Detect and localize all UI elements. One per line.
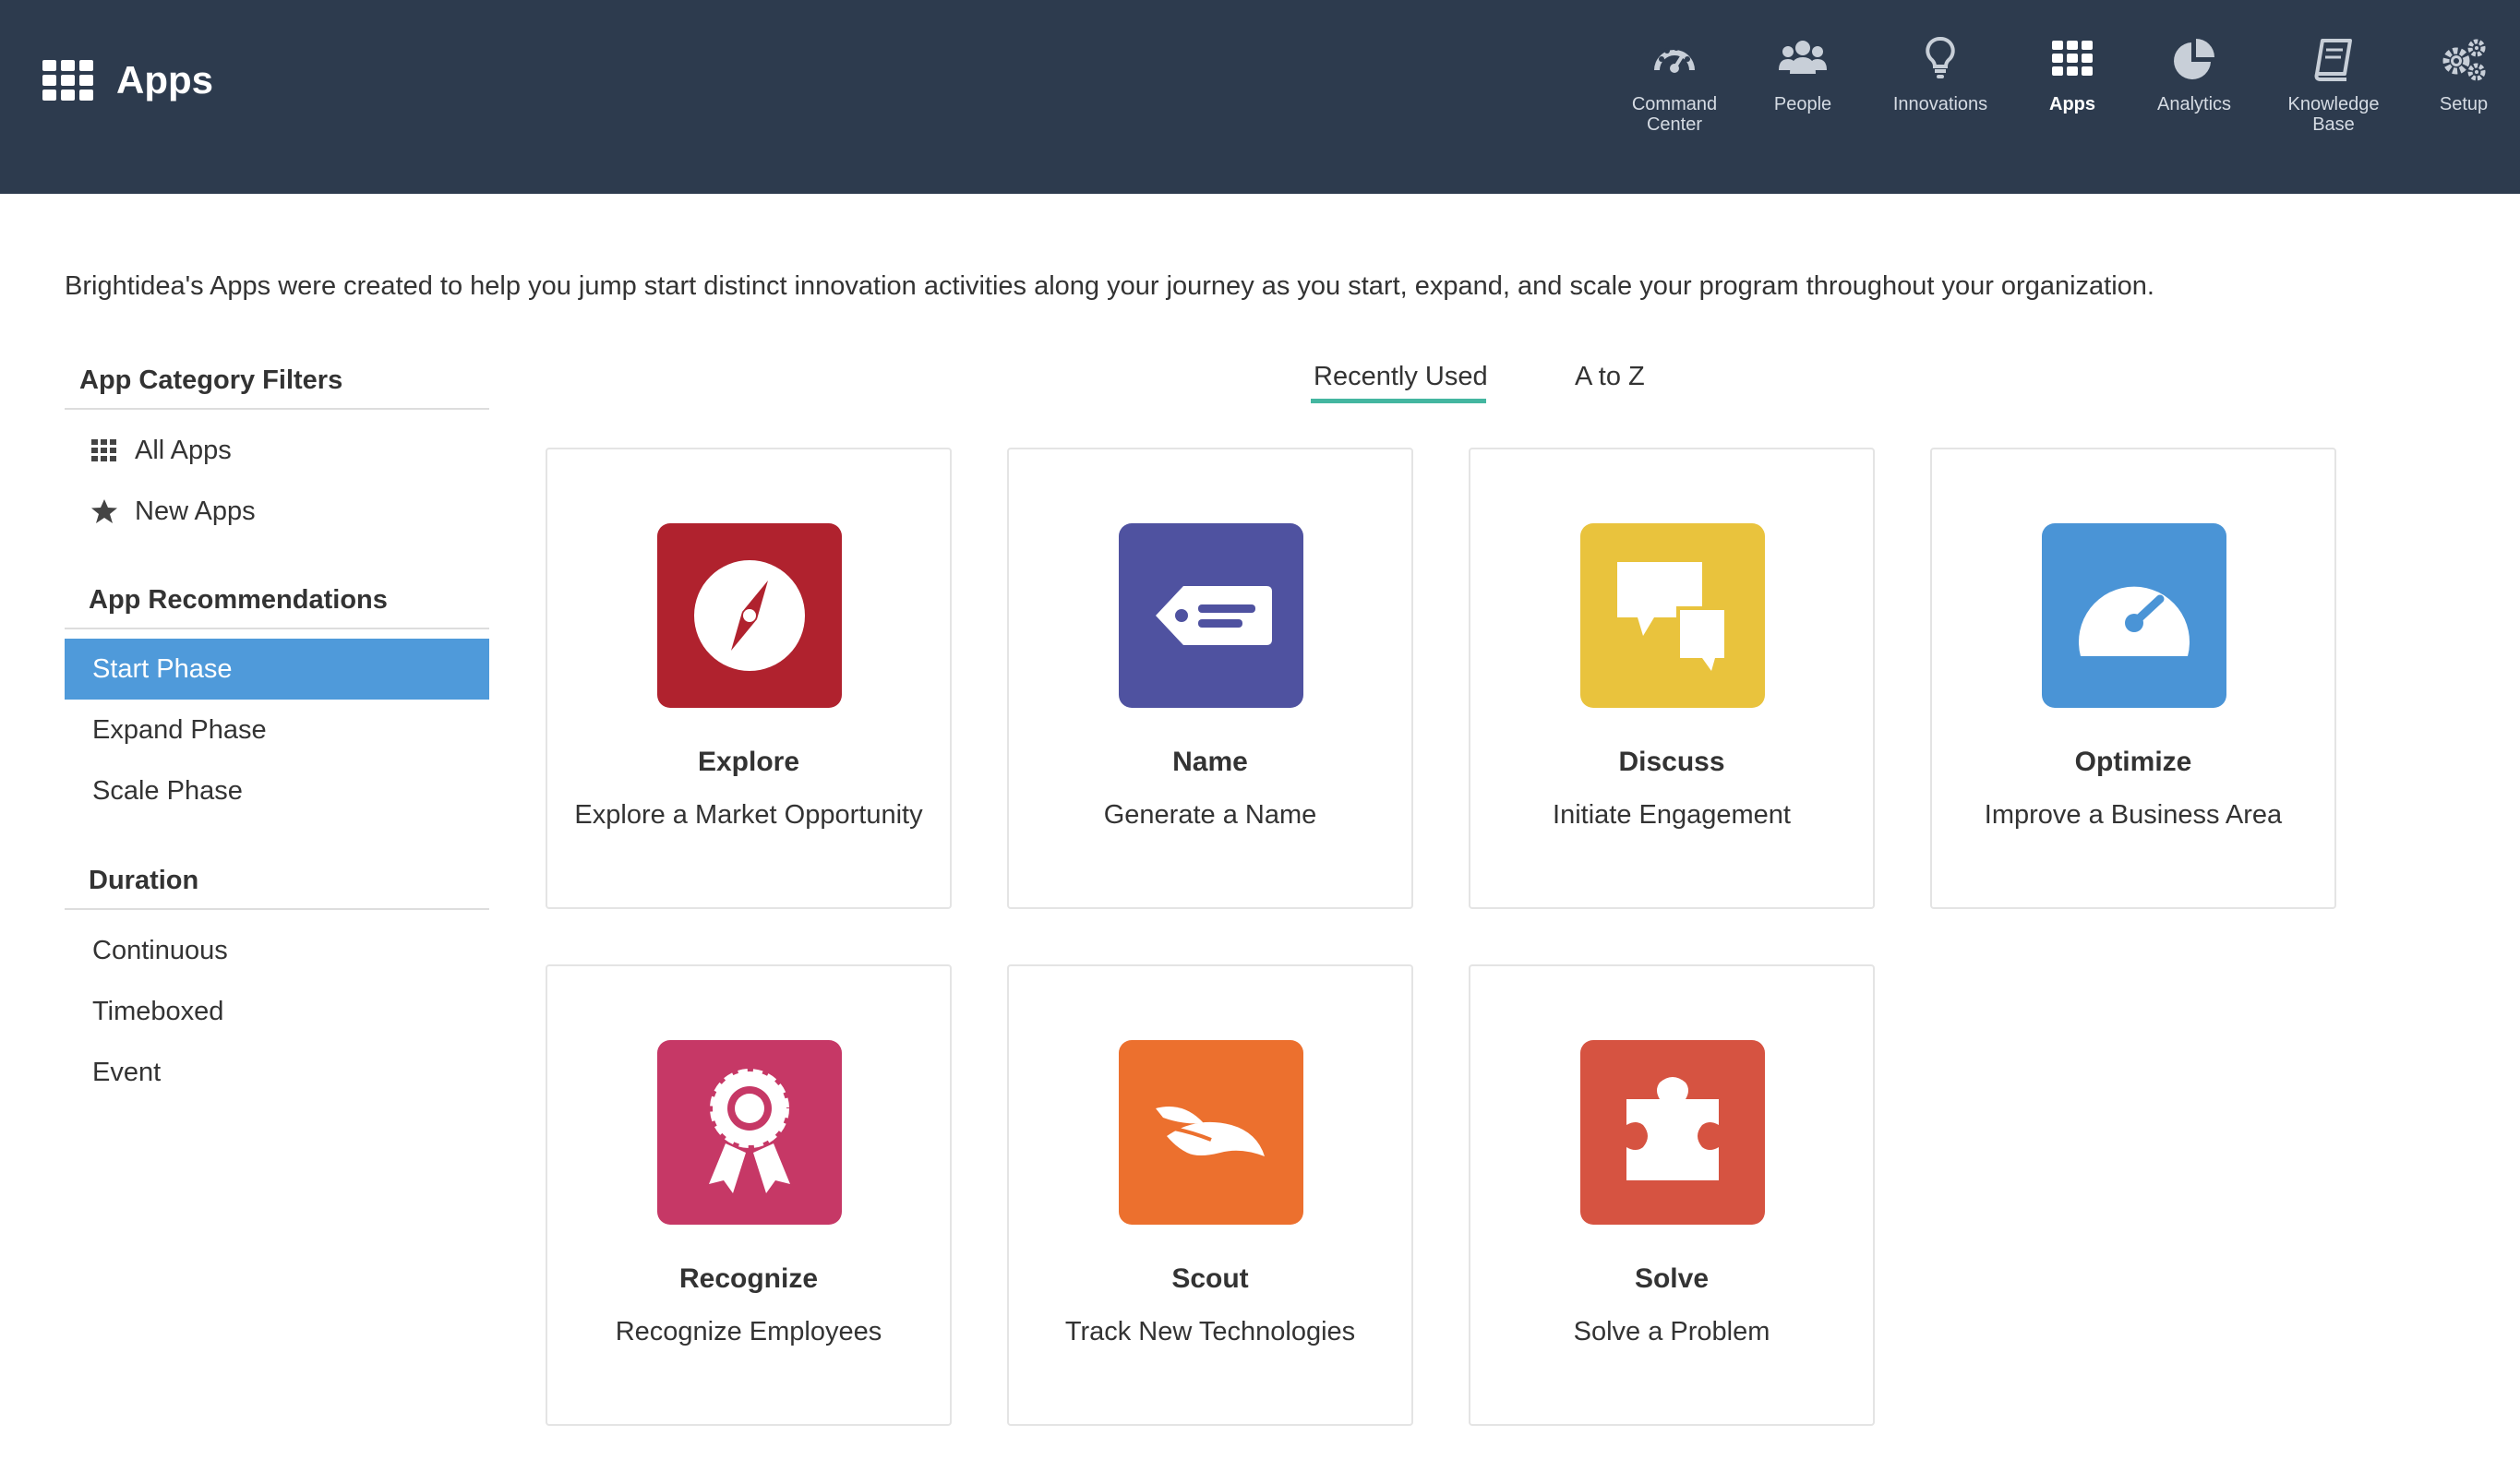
nav-apps[interactable]: Apps [2003, 33, 2142, 114]
duration-timeboxed[interactable]: Timeboxed [65, 981, 489, 1042]
nav-command-center[interactable]: Command Center [1605, 33, 1744, 135]
compass-icon [694, 560, 805, 671]
app-card-optimize[interactable]: Optimize Improve a Business Area [1930, 448, 2336, 909]
app-tile [1580, 1040, 1765, 1225]
app-brand: Apps [42, 57, 213, 103]
app-description: Explore a Market Opportunity [574, 800, 923, 830]
duration-event[interactable]: Event [65, 1042, 489, 1103]
app-name: Recognize [678, 1263, 819, 1294]
tab-recently-used[interactable]: Recently Used [1314, 358, 1488, 395]
recommendation-start-phase[interactable]: Start Phase [65, 639, 489, 700]
nav-label: Innovations [1892, 94, 1988, 114]
app-tile [1119, 523, 1303, 708]
duration-heading: Duration [89, 866, 199, 895]
app-name: Optimize [2074, 747, 2192, 777]
dashboard-icon [1654, 45, 1695, 73]
app-card-recognize[interactable]: Recognize Recognize Employees [546, 964, 952, 1426]
filter-label: All Apps [135, 436, 232, 465]
top-navigation-bar: Apps Command Center People Innovations A… [0, 0, 2520, 194]
app-description: Recognize Employees [615, 1317, 882, 1346]
app-name: Solve [1634, 1263, 1710, 1294]
app-card-name[interactable]: Name Generate a Name [1007, 448, 1413, 909]
divider [65, 408, 489, 410]
app-description: Track New Technologies [1064, 1317, 1356, 1346]
divider [65, 628, 489, 629]
nav-setup[interactable]: Setup [2394, 33, 2520, 114]
app-name: Scout [1171, 1263, 1249, 1294]
tab-a-to-z[interactable]: A to Z [1575, 358, 1645, 395]
app-card-explore[interactable]: Explore Explore a Market Opportunity [546, 448, 952, 909]
app-tile [1580, 523, 1765, 708]
app-card-solve[interactable]: Solve Solve a Problem [1469, 964, 1875, 1426]
filter-label: New Apps [135, 497, 256, 526]
app-card-discuss[interactable]: Discuss Initiate Engagement [1469, 448, 1875, 909]
nav-label: Apps [2049, 94, 2095, 114]
gears-icon [2442, 39, 2486, 81]
app-tile [2042, 523, 2226, 708]
lightbulb-icon [1926, 37, 1955, 78]
nav-label: Command Center [1631, 94, 1718, 135]
app-description: Solve a Problem [1573, 1317, 1770, 1346]
apps-grid-icon [2052, 41, 2093, 76]
feathered-hat-icon [1156, 1107, 1265, 1156]
app-tile [1119, 1040, 1303, 1225]
app-tile [657, 1040, 842, 1225]
nav-label: People [1773, 94, 1832, 114]
award-ribbon-icon [709, 1069, 790, 1193]
nav-knowledge-base[interactable]: Knowledge Base [2264, 33, 2403, 135]
puzzle-piece-icon [1626, 1077, 1719, 1180]
recommendation-expand-phase[interactable]: Expand Phase [65, 700, 489, 760]
app-description: Generate a Name [1103, 800, 1317, 830]
app-tile [657, 523, 842, 708]
active-tab-indicator [1311, 399, 1486, 403]
app-card-scout[interactable]: Scout Track New Technologies [1007, 964, 1413, 1426]
filter-all-apps[interactable]: All Apps [65, 420, 489, 481]
app-name: Name [1172, 747, 1248, 777]
app-description: Initiate Engagement [1553, 800, 1791, 830]
intro-text: Brightidea's Apps were created to help y… [65, 271, 2154, 301]
nav-label: Analytics [2156, 94, 2232, 114]
gauge-icon [2079, 586, 2190, 656]
divider [65, 908, 489, 910]
tag-icon [1156, 586, 1272, 645]
nav-innovations[interactable]: Innovations [1871, 33, 2010, 114]
app-name: Explore [697, 747, 800, 777]
duration-continuous[interactable]: Continuous [65, 920, 489, 981]
people-icon [1779, 41, 1827, 74]
star-icon [91, 499, 117, 523]
recommendations-heading: App Recommendations [89, 585, 388, 615]
apps-grid-icon [42, 60, 93, 101]
nav-people[interactable]: People [1734, 33, 1872, 114]
filter-new-apps[interactable]: New Apps [65, 481, 489, 542]
book-icon [2314, 39, 2352, 81]
recommendation-scale-phase[interactable]: Scale Phase [65, 760, 489, 821]
nav-label: Knowledge Base [2287, 94, 2380, 135]
nav-label: Setup [2439, 94, 2489, 114]
app-name: Discuss [1618, 747, 1725, 777]
filters-heading: App Category Filters [79, 365, 343, 395]
pie-chart-icon [2174, 39, 2214, 79]
chat-bubbles-icon [1617, 562, 1728, 678]
nav-analytics[interactable]: Analytics [2125, 33, 2263, 114]
app-description: Improve a Business Area [1984, 800, 2283, 830]
page-title: Apps [116, 58, 213, 102]
grid-icon [91, 439, 116, 461]
